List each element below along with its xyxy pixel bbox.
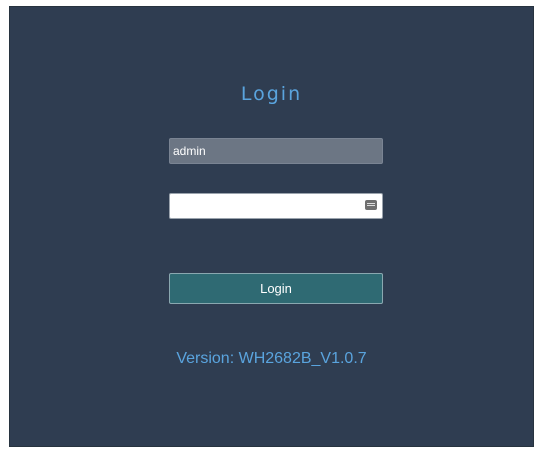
password-field[interactable] — [170, 194, 366, 216]
username-field[interactable] — [169, 138, 383, 164]
login-button[interactable]: Login — [169, 273, 383, 304]
keyboard-icon — [365, 200, 377, 210]
login-panel: Login Login Version: WH2682B_V1.0.7 — [9, 6, 534, 447]
version-label: Version: WH2682B_V1.0.7 — [176, 350, 367, 367]
password-field-container — [169, 193, 383, 219]
login-title: Login — [240, 83, 303, 105]
